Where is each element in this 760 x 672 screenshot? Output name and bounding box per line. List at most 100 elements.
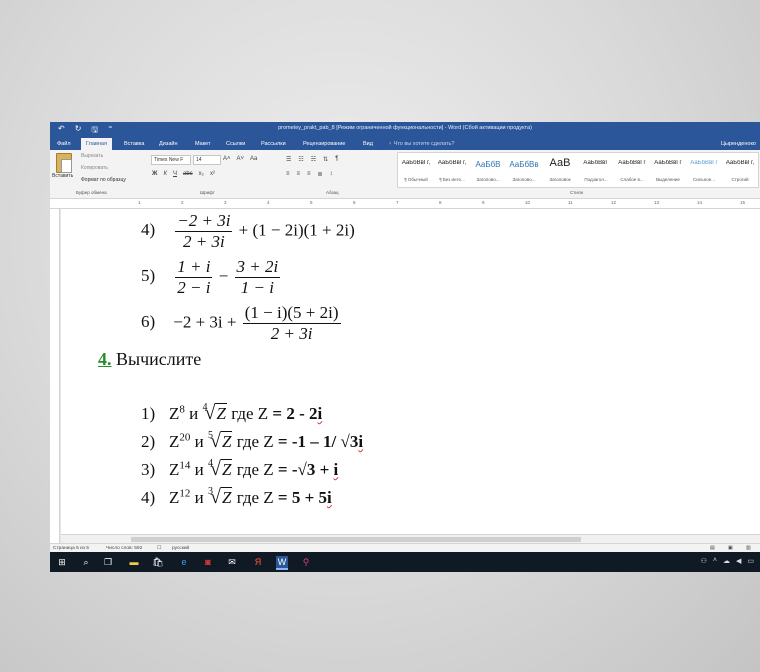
style-gallery-item[interactable]: АаБбВв Заголово... (506, 153, 542, 187)
grow-font-button[interactable]: A˄ (223, 156, 231, 162)
tab-insert[interactable]: Вставка (124, 141, 144, 147)
task-item: 3) Z14 и 4√Z где Z = -√3 + i (141, 458, 338, 481)
sort-icon[interactable]: ⇅ (323, 156, 329, 163)
word-taskbar-icon[interactable]: W (276, 556, 288, 570)
tab-review[interactable]: Рецензирование (303, 141, 345, 147)
shrink-font-button[interactable]: A˅ (237, 156, 245, 162)
tell-me-input[interactable]: ♀ Что вы хотите сделать? (388, 141, 454, 147)
yandex-icon[interactable]: Я (252, 556, 264, 568)
style-gallery-item[interactable]: АаБбВвГг, Строгий (722, 153, 758, 187)
style-gallery-item[interactable]: АаБбВвГг, ¶ Без инте... (434, 153, 470, 187)
horizontal-ruler[interactable]: 1 2 3 4 5 6 7 8 9 10 11 12 13 14 15 (50, 199, 760, 209)
style-gallery-item[interactable]: АаБбВвГ Подзагол... (578, 153, 614, 187)
task-view-icon[interactable]: ❐ (102, 556, 114, 568)
group-label-styles: Стили (570, 190, 583, 195)
power-base: Z (169, 404, 180, 423)
align-left-icon[interactable]: ≡ (286, 171, 291, 178)
justify-icon[interactable]: ≣ (318, 171, 324, 178)
format-painter-button[interactable]: Формат по образцу (81, 177, 126, 183)
proofing-icon[interactable]: ☐ (157, 546, 161, 551)
print-layout-icon[interactable]: ▣ (728, 546, 733, 551)
ruler-mark: 2 (181, 200, 184, 205)
bold-button[interactable]: Ж (152, 171, 157, 177)
imaginary-unit: i (333, 460, 339, 479)
style-name: Заголово... (512, 177, 536, 182)
chevron-up-icon[interactable]: ˄ (713, 557, 717, 565)
item-number: 4) (141, 220, 156, 240)
subscript-button[interactable]: x₂ (199, 171, 204, 177)
font-name-select[interactable]: Times New F (151, 155, 191, 165)
store-icon[interactable]: 🛍 (152, 556, 164, 568)
item-number: 4) (141, 488, 156, 507)
mcafee-icon[interactable]: ◙ (202, 556, 214, 568)
align-right-icon[interactable]: ≡ (307, 171, 312, 178)
copy-button[interactable]: Копировать (81, 165, 108, 171)
underline-button[interactable]: Ч (173, 171, 177, 177)
pilcrow-icon[interactable]: ¶ (335, 156, 339, 163)
style-gallery-item[interactable]: АаБбВ Заголово... (470, 153, 506, 187)
where-clause: где Z (236, 488, 274, 507)
tab-home[interactable]: Главная (81, 138, 112, 150)
maps-icon[interactable]: ⚲ (300, 556, 312, 568)
line-spacing-icon[interactable]: ↕ (330, 171, 334, 178)
paste-button[interactable]: Вставить (52, 173, 73, 179)
tab-view[interactable]: Вид (363, 141, 373, 147)
tab-file[interactable]: Файл (57, 141, 71, 147)
italic-button[interactable]: К (163, 171, 167, 177)
read-mode-icon[interactable]: ▤ (710, 546, 715, 551)
file-explorer-icon[interactable]: ▬ (128, 556, 140, 568)
style-sample: АаБбВвГг (690, 160, 718, 166)
ruler-mark: 10 (525, 200, 531, 205)
style-name: Слабое в... (620, 177, 644, 182)
account-name[interactable]: Цыренденоко (721, 141, 756, 147)
edge-icon[interactable]: e (178, 556, 190, 568)
bullets-icon[interactable]: ☰ (286, 156, 292, 163)
tab-design[interactable]: Дизайн (159, 141, 178, 147)
tab-layout[interactable]: Макет (195, 141, 211, 147)
scrollbar-thumb[interactable] (131, 537, 581, 542)
style-gallery-item[interactable]: АаБбВвГг Выделение (650, 153, 686, 187)
page-count[interactable]: Страница 5 из 5 (53, 546, 89, 551)
paste-icon[interactable] (56, 153, 72, 173)
system-tray: ⚇ ˄ ☁ ◀ ▭ (701, 557, 754, 565)
speaker-icon[interactable]: ◀ (736, 557, 741, 565)
style-sample: АаБбВвГг, (437, 160, 467, 166)
cloud-icon[interactable]: ☁ (723, 557, 730, 565)
style-gallery-item[interactable]: АаВ Заголовок (542, 153, 578, 187)
numbering-icon[interactable]: ☷ (298, 156, 304, 163)
cut-button[interactable]: Вырезать (81, 153, 103, 159)
windows-start-icon[interactable]: ⊞ (56, 556, 68, 568)
ruler-mark: 5 (310, 200, 313, 205)
conjunction: и (194, 432, 204, 451)
language-indicator[interactable]: русский (172, 546, 189, 551)
style-name: ¶ Без инте... (439, 177, 465, 182)
multilevel-list-icon[interactable]: ☵ (311, 156, 317, 163)
change-case-button[interactable]: Aa (250, 156, 257, 162)
word-count[interactable]: Число слов: 592 (106, 546, 142, 551)
tab-references[interactable]: Ссылки (226, 141, 245, 147)
web-layout-icon[interactable]: ▥ (746, 546, 751, 551)
people-icon[interactable]: ⚇ (701, 557, 707, 565)
conjunction: и (194, 460, 204, 479)
numerator: 1 + i (175, 257, 213, 278)
fraction: 1 + i 2 − i (175, 257, 213, 298)
search-icon[interactable]: ⌕ (80, 556, 92, 568)
nth-root: 4√Z (208, 458, 233, 481)
style-gallery-item[interactable]: АаБбВвГг, ¶ Обычный (398, 153, 434, 187)
style-gallery-item[interactable]: АаБбВвГг Сильное... (686, 153, 722, 187)
nth-root: 5√Z (208, 430, 233, 453)
font-size-select[interactable]: 14 (193, 155, 221, 165)
vertical-ruler (50, 209, 60, 543)
mail-icon[interactable]: ✉ (226, 556, 238, 568)
tab-mailings[interactable]: Рассылки (261, 141, 286, 147)
superscript-button[interactable]: x² (210, 171, 215, 177)
power-exponent: 14 (179, 459, 191, 472)
operator: − (218, 266, 229, 286)
align-center-icon[interactable]: ≡ (297, 171, 302, 178)
document-page[interactable]: 4) −2 + 3i 2 + 3i + (1 − 2i)(1 + 2i) 5) … (61, 209, 760, 534)
network-icon[interactable]: ▭ (747, 557, 754, 565)
ruler-mark: 9 (482, 200, 485, 205)
style-name: Строгий (731, 177, 749, 182)
strikethrough-button[interactable]: abc (183, 171, 193, 177)
style-gallery-item[interactable]: АаБбВвГг Слабое в... (614, 153, 650, 187)
